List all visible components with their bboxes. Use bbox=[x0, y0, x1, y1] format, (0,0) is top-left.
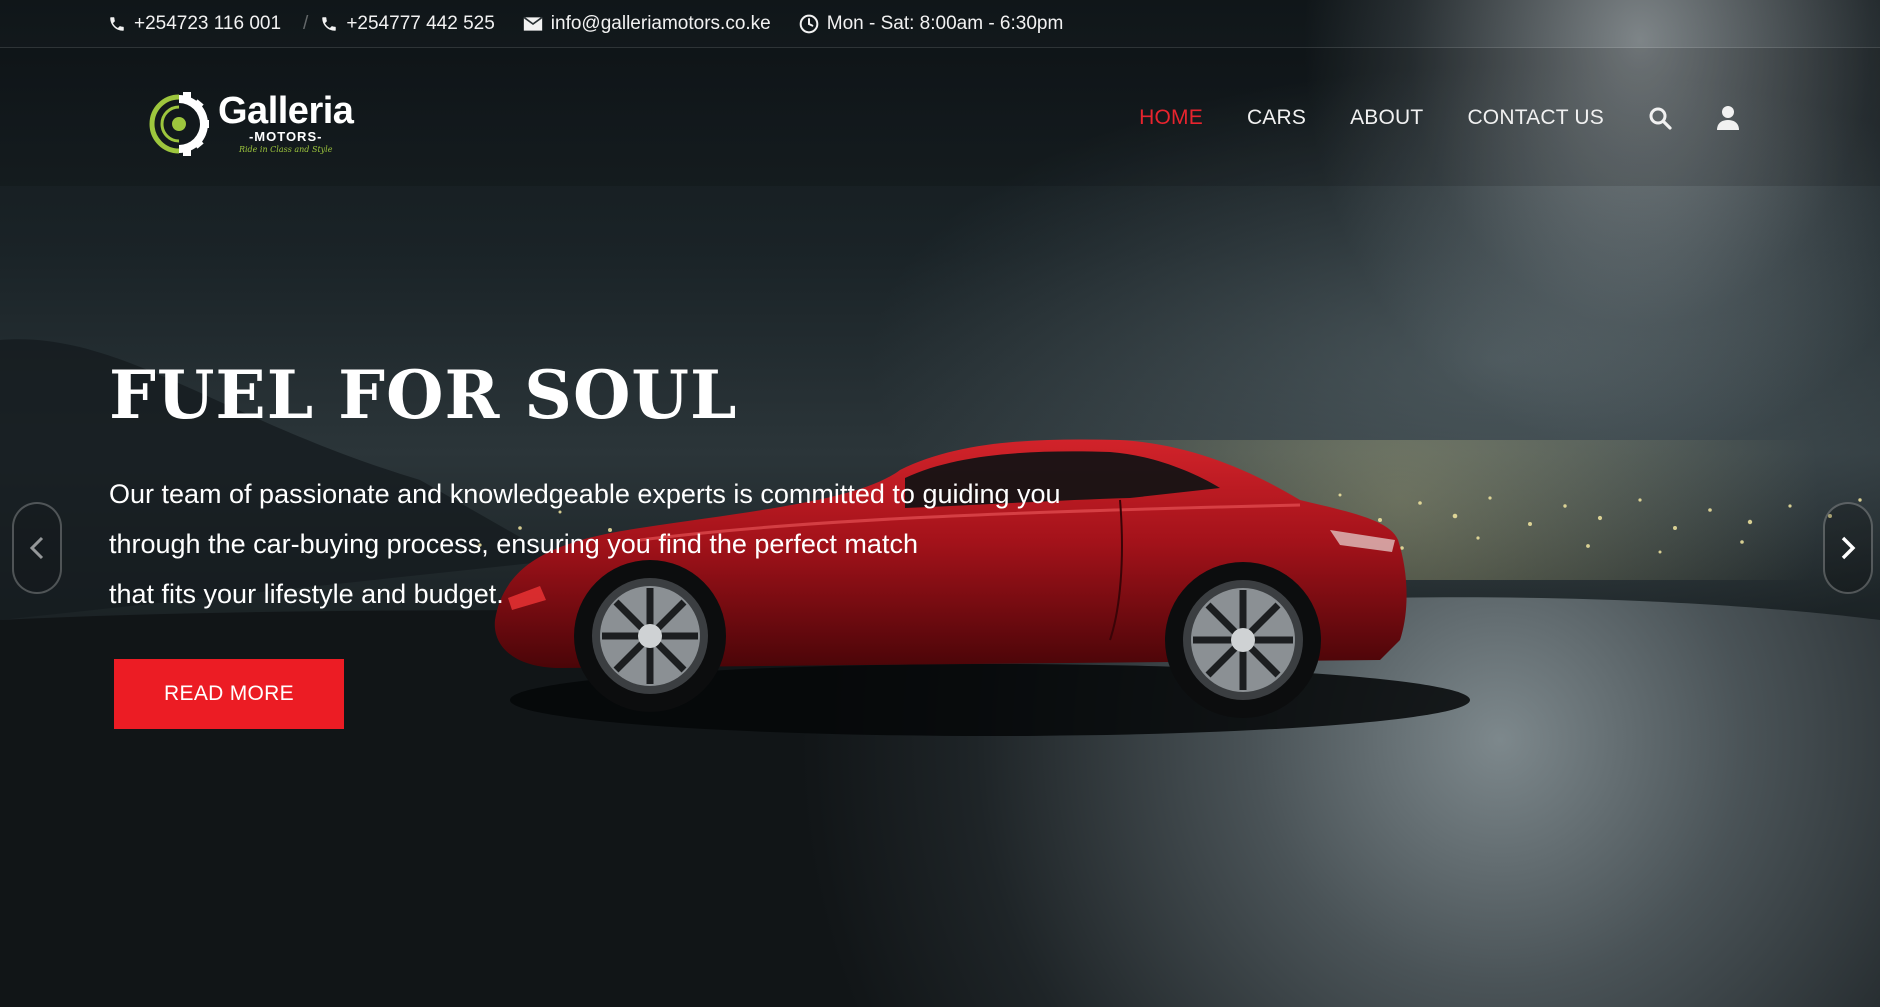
slider-prev-button[interactable] bbox=[12, 502, 62, 594]
site-header: Galleria -MOTORS- Ride in Class and Styl… bbox=[0, 48, 1880, 186]
nav-cars[interactable]: CARS bbox=[1247, 106, 1306, 130]
hero-lead-line: that fits your lifestyle and budget. bbox=[109, 579, 504, 609]
gear-logo-icon bbox=[149, 92, 209, 156]
chevron-right-icon bbox=[1841, 536, 1856, 560]
phone-icon bbox=[322, 16, 337, 31]
hero-lead-line: Our team of passionate and knowledgeable… bbox=[109, 479, 1061, 509]
account-button[interactable] bbox=[1716, 105, 1740, 131]
search-button[interactable] bbox=[1648, 106, 1672, 130]
contact-bar: +254723 116 001 / +254777 442 525 info@g… bbox=[0, 0, 1880, 48]
logo-wordmark: Galleria -MOTORS- Ride in Class and Styl… bbox=[218, 90, 354, 156]
email-item[interactable]: info@galleriamotors.co.ke bbox=[523, 13, 771, 35]
nav-contact-us[interactable]: CONTACT US bbox=[1467, 106, 1604, 130]
phone-icon bbox=[110, 16, 124, 31]
clock-icon bbox=[799, 14, 819, 33]
logo-sub: -MOTORS- bbox=[248, 129, 323, 144]
main-nav: HOME CARS ABOUT CONTACT US bbox=[1095, 105, 1740, 131]
phone-1-text: +254723 116 001 bbox=[134, 12, 282, 34]
hero-lead: Our team of passionate and knowledgeable… bbox=[109, 469, 1229, 619]
phone-separator: / bbox=[303, 12, 309, 34]
logo[interactable]: Galleria -MOTORS- Ride in Class and Styl… bbox=[146, 84, 366, 164]
nav-about[interactable]: ABOUT bbox=[1350, 106, 1423, 130]
phone-1-item[interactable]: +254723 116 001 bbox=[108, 13, 281, 35]
nav-home[interactable]: HOME bbox=[1139, 106, 1203, 130]
logo-brand: Galleria bbox=[218, 90, 354, 132]
email-text: info@galleriamotors.co.ke bbox=[550, 12, 771, 34]
hours-text: Mon - Sat: 8:00am - 6:30pm bbox=[826, 12, 1064, 34]
search-icon bbox=[1649, 107, 1672, 130]
hours-item: Mon - Sat: 8:00am - 6:30pm bbox=[799, 12, 1064, 35]
slider-next-button[interactable] bbox=[1823, 502, 1873, 594]
read-more-button[interactable]: READ MORE bbox=[114, 659, 344, 729]
envelope-icon bbox=[523, 16, 543, 31]
chevron-left-icon bbox=[29, 536, 44, 560]
hero-lead-line: through the car-buying process, ensuring… bbox=[109, 529, 918, 559]
user-icon bbox=[1717, 106, 1739, 130]
phone-2-item[interactable]: +254777 442 525 bbox=[320, 12, 495, 35]
phone-2-text: +254777 442 525 bbox=[346, 12, 495, 34]
hero-headline: FUEL FOR SOUL bbox=[109, 356, 738, 434]
logo-tagline: Ride in Class and Style bbox=[238, 145, 333, 154]
